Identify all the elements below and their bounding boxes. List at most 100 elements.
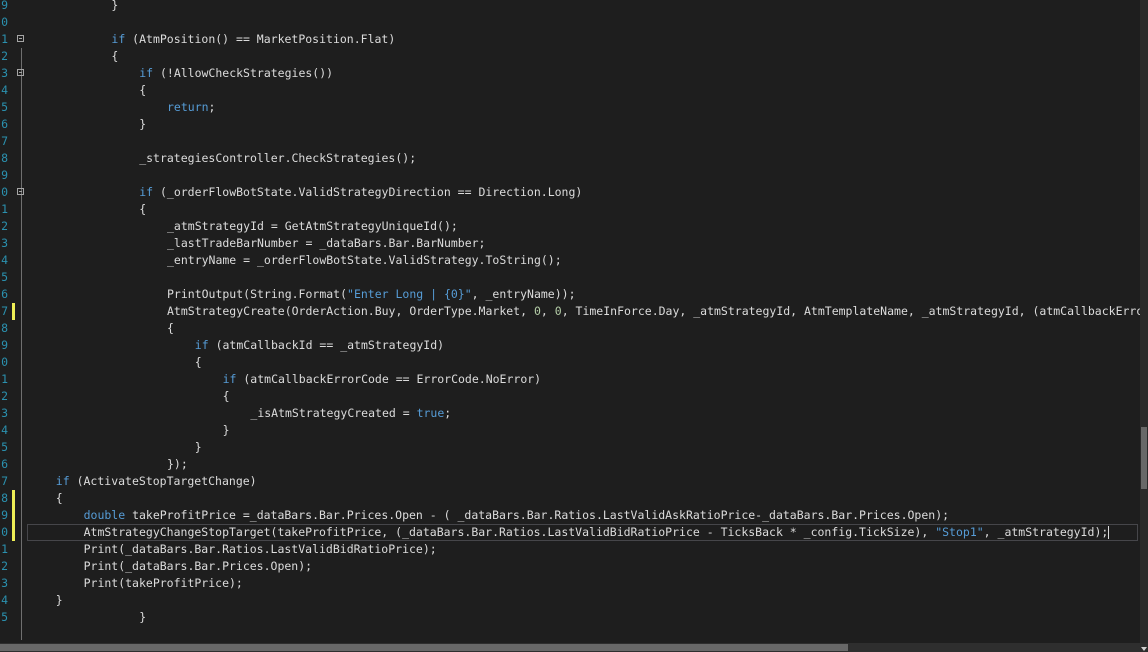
code-text: _atmStrategyId = GetAtmStrategyUniqueId(…: [167, 218, 458, 235]
collapse-icon[interactable]: [17, 35, 24, 42]
code-line[interactable]: 7 if (ActivateStopTargetChange): [0, 473, 1140, 490]
code-line[interactable]: 4 _entryName = _orderFlowBotState.ValidSt…: [0, 252, 1140, 269]
code-line[interactable]: 5}: [0, 609, 1140, 626]
code-token: {: [167, 321, 174, 335]
code-line[interactable]: 4}: [0, 592, 1140, 609]
code-token: (!AllowCheckStrategies()): [153, 66, 334, 80]
code-text: {: [56, 490, 63, 507]
code-line[interactable]: 9 double takeProfitPrice =_dataBars.Bar.P…: [0, 507, 1140, 524]
vertical-scrollbar-thumb[interactable]: [1141, 427, 1147, 489]
line-number: 3: [1, 66, 8, 80]
code-text: double takeProfitPrice =_dataBars.Bar.Pr…: [84, 507, 949, 524]
code-token: });: [167, 457, 188, 471]
line-number: 4: [1, 423, 8, 437]
line-number: 1: [1, 372, 8, 386]
code-line[interactable]: 2{: [0, 388, 1140, 405]
code-text: }: [111, 0, 118, 14]
code-line[interactable]: 0: [0, 14, 1140, 31]
code-line[interactable]: 9}: [0, 0, 1140, 14]
code-token: if: [194, 338, 209, 352]
code-line[interactable]: 1 Print(_dataBars.Bar.Ratios.LastValidBid…: [0, 541, 1140, 558]
vertical-scrollbar[interactable]: [1140, 0, 1148, 643]
scroll-down-arrow-icon[interactable]: [1141, 647, 1147, 651]
line-number: 2: [1, 559, 8, 573]
code-token: _strategiesController.CheckStrategies();: [139, 151, 417, 165]
code-line[interactable]: 3 if (!AllowCheckStrategies()): [0, 65, 1140, 82]
code-line[interactable]: 7 AtmStrategyCreate(OrderAction.Buy, Orde…: [0, 303, 1140, 320]
code-line[interactable]: 4{: [0, 82, 1140, 99]
code-line[interactable]: 7: [0, 133, 1140, 150]
line-number: 1: [1, 32, 8, 46]
code-text: Print(takeProfitPrice);: [84, 575, 243, 592]
code-token: (_orderFlowBotState.ValidStrategyDirecti…: [153, 185, 583, 199]
code-line[interactable]: 3 Print(takeProfitPrice);: [0, 575, 1140, 592]
line-number: 2: [1, 49, 8, 63]
code-text: if (!AllowCheckStrategies()): [139, 65, 333, 82]
code-text: Print(_dataBars.Bar.Ratios.LastValidBidR…: [84, 541, 437, 558]
code-token: {: [139, 202, 147, 216]
code-token: AtmStrategyCreate(OrderAction.Buy, Order…: [167, 304, 534, 318]
line-number: 1: [1, 542, 8, 556]
code-line[interactable]: 5: [0, 269, 1140, 286]
line-number: 2: [1, 219, 8, 233]
code-line[interactable]: 3 _lastTradeBarNumber = _dataBars.Bar.Bar…: [0, 235, 1140, 252]
code-token: {: [194, 355, 202, 369]
code-token: {: [111, 49, 119, 63]
horizontal-scrollbar[interactable]: [0, 643, 1140, 652]
code-editor[interactable]: 9} 0 1 if (AtmPosition() == MarketPosition.…: [0, 0, 1140, 643]
code-line[interactable]: 0 if (_orderFlowBotState.ValidStrategyDir…: [0, 184, 1140, 201]
code-line[interactable]: 8{: [0, 490, 1140, 507]
line-number: 4: [1, 253, 8, 267]
code-line[interactable]: 1 if (atmCallbackErrorCode == ErrorCode.N…: [0, 371, 1140, 388]
line-number: 3: [1, 406, 8, 420]
code-line[interactable]: 1{: [0, 201, 1140, 218]
line-number: 9: [1, 168, 8, 182]
code-token: (ActivateStopTargetChange): [69, 474, 257, 488]
code-token: (atmCallbackId == _atmStrategyId): [208, 338, 445, 352]
code-line[interactable]: 5 return;: [0, 99, 1140, 116]
collapse-icon[interactable]: [17, 188, 24, 195]
line-number: 0: [1, 185, 8, 199]
code-line[interactable]: 6 PrintOutput(String.Format("Enter Long |…: [0, 286, 1140, 303]
line-number: 5: [1, 270, 8, 284]
code-token: double: [83, 508, 126, 522]
line-number: 3: [1, 236, 8, 250]
code-token: }: [139, 117, 147, 131]
code-line[interactable]: 6}: [0, 116, 1140, 133]
code-text: }: [139, 116, 146, 133]
code-line[interactable]: 1 if (AtmPosition() == MarketPosition.Fla…: [0, 31, 1140, 48]
code-token: if: [139, 66, 154, 80]
code-line[interactable]: 3 _isAtmStrategyCreated = true;: [0, 405, 1140, 422]
code-line[interactable]: 9: [0, 167, 1140, 184]
code-token: if: [111, 32, 126, 46]
code-line[interactable]: 9 if (atmCallbackId == _atmStrategyId): [0, 337, 1140, 354]
code-text: if (_orderFlowBotState.ValidStrategyDire…: [139, 184, 582, 201]
line-number: 0: [1, 355, 8, 369]
collapse-icon[interactable]: [17, 69, 24, 76]
code-text: PrintOutput(String.Format("Enter Long | …: [167, 286, 576, 303]
code-text: if (AtmPosition() == MarketPosition.Flat…: [111, 31, 395, 48]
code-line[interactable]: 2{: [0, 48, 1140, 65]
code-line[interactable]: 2 _atmStrategyId = GetAtmStrategyUniqueId…: [0, 218, 1140, 235]
code-line[interactable]: 8{: [0, 320, 1140, 337]
line-number: 9: [1, 338, 8, 352]
code-line[interactable]: 2 Print(_dataBars.Bar.Prices.Open);: [0, 558, 1140, 575]
code-line[interactable]: 4}: [0, 422, 1140, 439]
code-token: Print(_dataBars.Bar.Ratios.LastValidBidR…: [83, 542, 437, 556]
code-token: }: [222, 423, 230, 437]
code-line[interactable]: 0{: [0, 354, 1140, 371]
code-text: _isAtmStrategyCreated = true;: [250, 405, 451, 422]
code-line[interactable]: 8 _strategiesController.CheckStrategies()…: [0, 150, 1140, 167]
code-line[interactable]: 5}: [0, 439, 1140, 456]
change-marker: [12, 524, 15, 541]
text-cursor: [1108, 526, 1110, 539]
line-number: 8: [1, 321, 8, 335]
code-line[interactable]: 0 AtmStrategyChangeStopTarget(takeProfitP…: [0, 524, 1140, 541]
code-token: , TimeInForce.Day, _atmStrategyId, AtmTe…: [561, 304, 1140, 318]
code-token: }: [194, 440, 202, 454]
line-number: 6: [1, 117, 8, 131]
code-text: if (atmCallbackErrorCode == ErrorCode.No…: [223, 371, 542, 388]
horizontal-scrollbar-thumb[interactable]: [0, 644, 848, 651]
code-line[interactable]: 6});: [0, 456, 1140, 473]
line-number: 5: [1, 610, 8, 624]
